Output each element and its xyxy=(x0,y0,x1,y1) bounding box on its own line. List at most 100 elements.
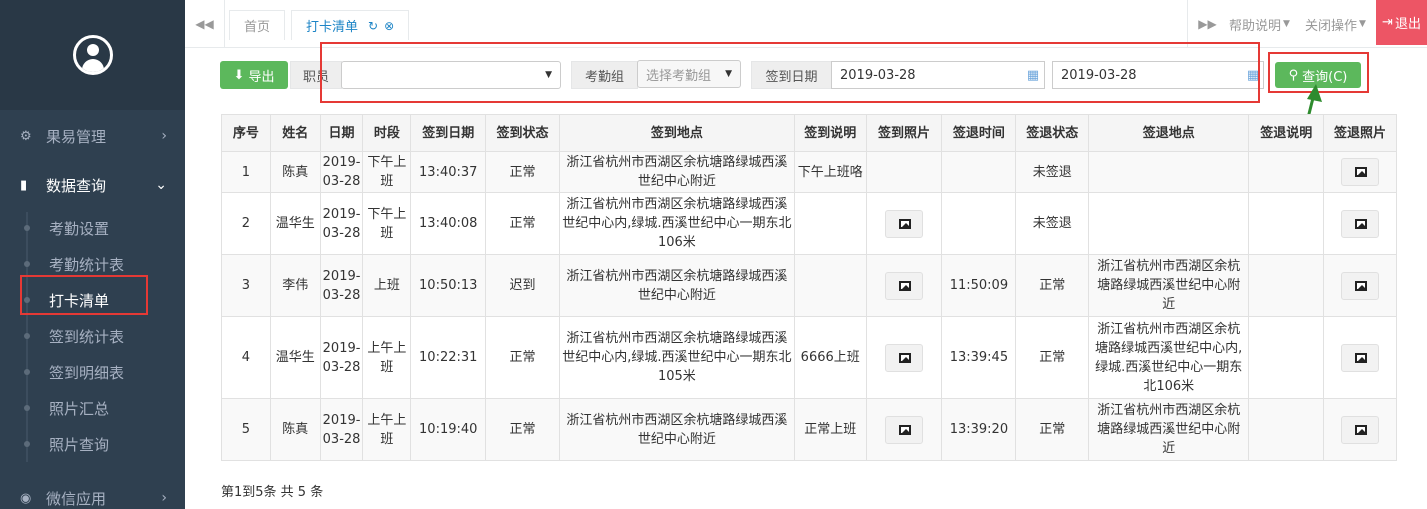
tab-home[interactable]: 首页 xyxy=(229,10,286,40)
cell-text: 正常 xyxy=(509,350,536,365)
photo-icon[interactable] xyxy=(1341,415,1380,444)
photo-icon[interactable] xyxy=(1341,209,1380,238)
cell-text: 浙江省杭州市西湖区余杭塘路绿城西溪世纪中心内,绿城.西溪世纪中心一期东北106米 xyxy=(562,197,792,250)
close-icon[interactable]: ⊗ xyxy=(384,19,394,33)
dot-icon xyxy=(24,441,30,447)
column-header[interactable]: 签退状态 xyxy=(1015,114,1090,152)
cell-text: 浙江省杭州市西湖区余杭塘路绿城西溪世纪中心内,绿城.西溪世纪中心一期东北105米 xyxy=(562,331,792,384)
table-cell-date: 2019-03-28 xyxy=(319,316,364,399)
close-ops-menu[interactable]: 关闭操作 ▼ xyxy=(1305,0,1366,48)
cell-text: 4 xyxy=(241,350,251,365)
table-cell-name: 李伟 xyxy=(269,254,321,317)
table-cell-out-place: 浙江省杭州市西湖区余杭塘路绿城西溪世纪中心内,绿城.西溪世纪中心一期东北106米 xyxy=(1088,316,1250,399)
column-header[interactable]: 签退照片 xyxy=(1323,114,1397,152)
column-header[interactable]: 签退时间 xyxy=(941,114,1017,152)
table-row[interactable]: 2 温华生 2019-03-28 下午上班 13:40:08 正常 浙江省杭州市西湖区余杭塘… xyxy=(221,192,1397,255)
table-row[interactable]: 1 陈真 2019-03-28 下午上班 13:40:37 正常 浙江省杭州市西湖区余杭塘路… xyxy=(221,151,1397,193)
menu-item-guoyi[interactable]: ⚙ 果易管理 › xyxy=(0,114,185,158)
submenu-label: 考勤设置 xyxy=(49,219,110,238)
submenu-item-attendance-settings[interactable]: 考勤设置 xyxy=(0,210,185,246)
cell-text: 上午上班 xyxy=(367,340,407,375)
user-avatar-icon[interactable] xyxy=(72,35,113,75)
column-header[interactable]: 签到说明 xyxy=(793,114,867,152)
photo-icon[interactable] xyxy=(885,415,924,444)
photo-icon[interactable] xyxy=(885,271,924,300)
table-cell-period: 上班 xyxy=(362,254,412,317)
table-cell-period: 上午上班 xyxy=(362,316,412,399)
table-cell-in-time: 10:19:40 xyxy=(410,398,487,461)
logout-button[interactable]: ⇥ 退出 xyxy=(1376,0,1427,45)
table-cell-out-note xyxy=(1248,254,1325,317)
table-cell-out-time xyxy=(941,192,1017,255)
table-row[interactable]: 5 陈真 2019-03-28 上午上班 10:19:40 正常 浙江省杭州市西湖区余杭塘路… xyxy=(221,398,1397,461)
refresh-icon[interactable]: ↻ xyxy=(368,19,378,33)
cell-text: 1 xyxy=(241,164,251,180)
photo-icon[interactable] xyxy=(1341,158,1380,186)
tab-punch-list[interactable]: 打卡清单 ↻ ⊗ xyxy=(291,10,410,40)
dot-icon xyxy=(24,261,30,267)
photo-icon[interactable] xyxy=(885,343,924,372)
profile-area xyxy=(0,0,185,110)
cell-text: 迟到 xyxy=(509,278,536,293)
cell-text: 陈真 xyxy=(282,422,309,437)
help-menu[interactable]: 帮助说明 ▼ xyxy=(1229,0,1290,48)
table-cell-date: 2019-03-28 xyxy=(319,398,364,461)
submenu-item-signin-detail[interactable]: 签到明细表 xyxy=(0,354,185,390)
column-header[interactable]: 日期 xyxy=(319,114,364,152)
column-header[interactable]: 姓名 xyxy=(269,114,321,152)
export-button[interactable]: ⬇ 导出 xyxy=(220,61,288,89)
column-header[interactable]: 签到日期 xyxy=(410,114,487,152)
export-label: 导出 xyxy=(248,69,275,85)
table-cell-out-note xyxy=(1248,398,1325,461)
cell-text: 浙江省杭州市西湖区余杭塘路绿城西溪世纪中心内,绿城.西溪世纪中心一期东北106米 xyxy=(1095,321,1243,394)
table-cell-in-status: 正常 xyxy=(485,192,560,255)
table-cell-in-note: 正常上班 xyxy=(793,398,867,461)
menu-item-data-query[interactable]: ▮ 数据查询 ⌄ xyxy=(0,163,185,207)
cell-text: 2019-03-28 xyxy=(322,268,361,303)
table-cell-out-photo xyxy=(1323,151,1397,193)
cell-text: 浙江省杭州市西湖区余杭塘路绿城西溪世纪中心附近 xyxy=(1097,259,1241,312)
column-header[interactable]: 签到状态 xyxy=(485,114,560,152)
cell-text: 10:22:31 xyxy=(419,350,478,365)
column-header[interactable]: 序号 xyxy=(221,114,271,152)
chevron-right-icon: › xyxy=(161,128,167,144)
photo-icon[interactable] xyxy=(1341,343,1380,372)
scroll-left-icon[interactable]: ◀◀ xyxy=(185,0,225,48)
cell-text: 2019-03-28 xyxy=(322,412,361,447)
table-cell-in-time: 13:40:08 xyxy=(410,192,487,255)
tab-label: 打卡清单 xyxy=(306,20,359,35)
column-header[interactable]: 签到照片 xyxy=(865,114,943,152)
cell-text: 5 xyxy=(241,422,251,437)
table-cell-out-status: 未签退 xyxy=(1015,192,1090,255)
submenu-item-photo-query[interactable]: 照片查询 xyxy=(0,426,185,462)
menu-label: 微信应用 xyxy=(46,489,107,508)
cell-text: 下午上班 xyxy=(367,155,407,189)
column-header[interactable]: 时段 xyxy=(362,114,412,152)
cell-text: 浙江省杭州市西湖区余杭塘路绿城西溪世纪中心附近 xyxy=(566,268,788,303)
cell-text: 正常 xyxy=(1039,422,1066,437)
table-row[interactable]: 3 李伟 2019-03-28 上班 10:50:13 迟到 浙江省杭州市西湖区余杭塘路绿城… xyxy=(221,254,1397,317)
photo-icon[interactable] xyxy=(885,209,924,238)
column-header[interactable]: 签退说明 xyxy=(1248,114,1325,152)
scroll-right-icon[interactable]: ▶▶ xyxy=(1187,0,1227,48)
cell-text: 2019-03-28 xyxy=(322,340,361,375)
cell-text: 李伟 xyxy=(282,278,309,293)
tab-label: 首页 xyxy=(244,20,271,35)
photo-icon[interactable] xyxy=(1341,271,1380,300)
submenu-item-signin-stats[interactable]: 签到统计表 xyxy=(0,318,185,354)
highlight-box xyxy=(20,275,148,315)
menu-item-wechat[interactable]: ◉ 微信应用 › xyxy=(0,476,185,509)
table-cell-out-note xyxy=(1248,316,1325,399)
table-cell-out-photo xyxy=(1323,192,1397,255)
table-row[interactable]: 4 温华生 2019-03-28 上午上班 10:22:31 正常 浙江省杭州市西湖区余杭塘… xyxy=(221,316,1397,399)
column-header[interactable]: 签退地点 xyxy=(1088,114,1250,152)
submenu-item-photo-summary[interactable]: 照片汇总 xyxy=(0,390,185,426)
table-cell-period: 下午上班 xyxy=(362,151,412,193)
table-cell-out-status: 正常 xyxy=(1015,398,1090,461)
column-header[interactable]: 签到地点 xyxy=(558,114,795,152)
table-cell-in-note xyxy=(793,192,867,255)
table-cell-in-place: 浙江省杭州市西湖区余杭塘路绿城西溪世纪中心附近 xyxy=(558,254,795,317)
table-cell-no: 3 xyxy=(221,254,271,317)
cell-text: 11:50:09 xyxy=(949,278,1009,293)
cell-text: 正常 xyxy=(509,422,536,437)
